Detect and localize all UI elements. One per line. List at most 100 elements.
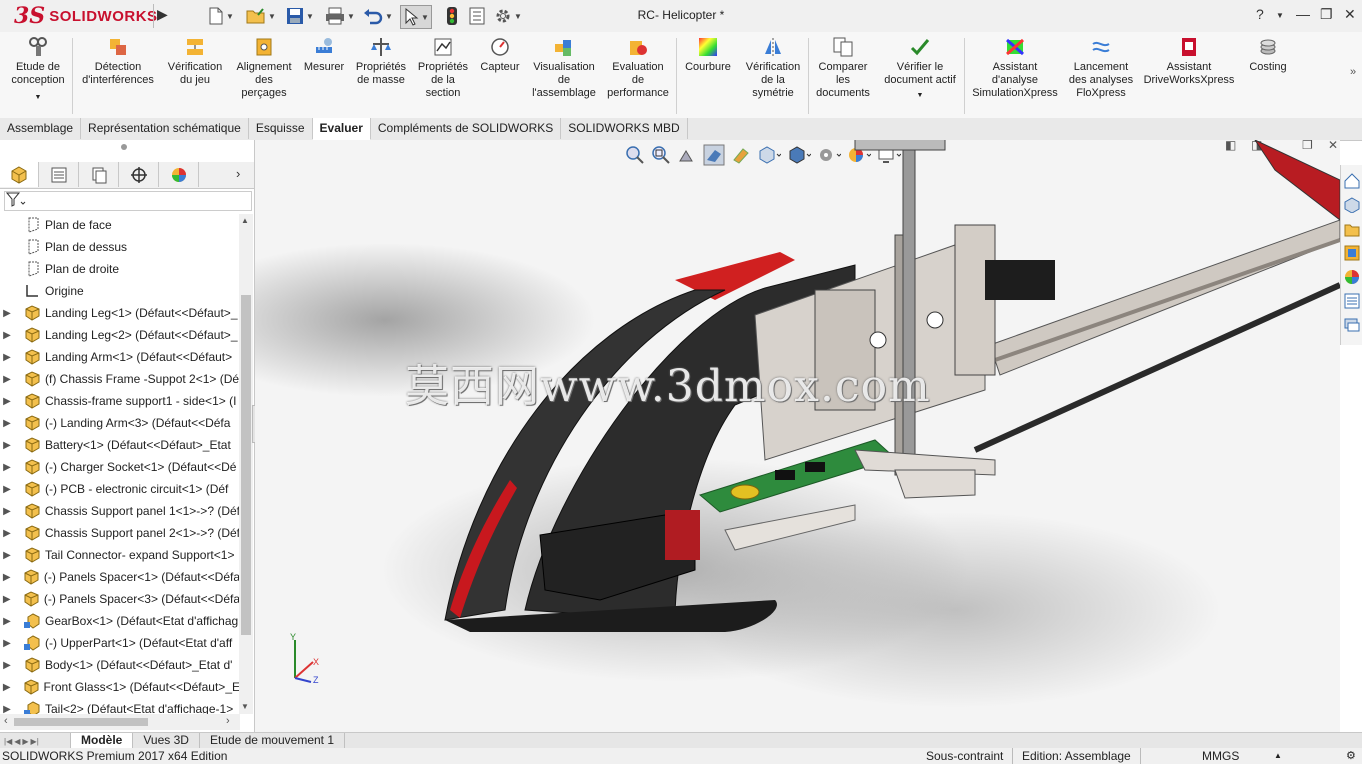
tree-item[interactable]: ▶ Chassis Support panel 2<1>->? (Déf: [0, 522, 240, 544]
expand-arrow-icon[interactable]: ▶: [0, 418, 14, 429]
symmetry-check-button[interactable]: Vérification de la symétrie: [740, 36, 806, 100]
print-button[interactable]: ▼: [325, 5, 355, 27]
expand-arrow-icon[interactable]: ▶: [0, 462, 14, 473]
tab-modele[interactable]: Modèle: [71, 733, 134, 748]
tree-item[interactable]: ▶ Chassis-frame support1 - side<1> (I: [0, 390, 240, 412]
helicopter-model-render[interactable]: [255, 140, 1340, 732]
check-active-document-button[interactable]: Vérifier le document actif ▼: [880, 36, 960, 102]
expand-arrow-icon[interactable]: ▶: [0, 528, 14, 539]
tree-item[interactable]: ▶ (-) Charger Socket<1> (Défaut<<Dé: [0, 456, 240, 478]
save-button[interactable]: ▼: [286, 5, 314, 27]
clearance-verification-button[interactable]: Vérification du jeu: [162, 36, 228, 87]
tree-item[interactable]: ▶ Landing Arm<1> (Défaut<<Défaut>: [0, 346, 240, 368]
help-button[interactable]: ?: [1256, 6, 1264, 22]
tab-vues-3d[interactable]: Vues 3D: [133, 733, 200, 748]
tree-item[interactable]: ▶ (-) Panels Spacer<1> (Défaut<<Défa: [0, 566, 240, 588]
driveworksxpress-button[interactable]: Assistant DriveWorksXpress: [1140, 36, 1238, 87]
minimize-icon[interactable]: —: [1296, 6, 1310, 22]
tab-scroll-arrows[interactable]: |◀ ◀ ▶ ▶|: [0, 733, 71, 749]
home-icon[interactable]: [1344, 173, 1360, 189]
tree-item[interactable]: ▶ Tail<2> (Défaut<Etat d'affichage-1>: [0, 698, 240, 714]
appearances-icon[interactable]: [1344, 269, 1360, 285]
expand-arrow-icon[interactable]: ▶: [0, 550, 14, 561]
tree-item[interactable]: ▶ Battery<1> (Défaut<<Défaut>_Etat: [0, 434, 240, 456]
tab-featuremanager[interactable]: [0, 162, 39, 187]
next-tab-icon[interactable]: ▶: [22, 737, 28, 746]
tab-propertymanager[interactable]: [40, 162, 79, 187]
interference-detection-button[interactable]: Détection d'interférences: [78, 36, 158, 87]
hole-alignment-button[interactable]: Alignement des perçages: [232, 36, 296, 100]
unit-system-dropdown-icon[interactable]: ▲: [1274, 748, 1282, 764]
tab-mbd[interactable]: SOLIDWORKS MBD: [561, 118, 688, 139]
tree-item[interactable]: ▶ (f) Chassis Frame -Suppot 2<1> (Dé: [0, 368, 240, 390]
unit-system[interactable]: MMGS: [1202, 748, 1239, 764]
tree-item[interactable]: ▶ Chassis Support panel 1<1>->? (Déf: [0, 500, 240, 522]
tree-item[interactable]: Plan de face: [0, 214, 240, 236]
tree-item[interactable]: ▶ (-) UpperPart<1> (Défaut<Etat d'aff: [0, 632, 240, 654]
expand-arrow-icon[interactable]: ▶: [0, 616, 14, 627]
tab-assemblage[interactable]: Assemblage: [0, 118, 82, 139]
section-properties-button[interactable]: Propriétés de la section: [414, 36, 472, 100]
ribbon-overflow-icon[interactable]: »: [1350, 66, 1356, 78]
compare-documents-button[interactable]: Comparer les documents: [812, 36, 874, 100]
scroll-right-icon[interactable]: ›: [226, 715, 230, 727]
simulationxpress-button[interactable]: Assistant d'analyse SimulationXpress: [968, 36, 1062, 100]
view-palette-icon[interactable]: [1344, 245, 1360, 261]
expand-arrow-icon[interactable]: ▶: [0, 308, 14, 319]
file-explorer-icon[interactable]: [1344, 221, 1360, 237]
expand-arrow-icon[interactable]: ▶: [0, 330, 14, 341]
scroll-down-icon[interactable]: ▼: [241, 702, 249, 711]
expand-arrow-icon[interactable]: ▶: [0, 374, 14, 385]
menu-expand-icon[interactable]: ▶: [157, 6, 173, 26]
tree-item[interactable]: Origine: [0, 280, 240, 302]
first-tab-icon[interactable]: |◀: [4, 737, 12, 746]
tab-complements[interactable]: Compléments de SOLIDWORKS: [371, 118, 562, 139]
tab-dimxpert[interactable]: [120, 162, 159, 187]
custom-properties-icon[interactable]: [1344, 293, 1360, 309]
tab-representation-schematique[interactable]: Représentation schématique: [81, 118, 249, 139]
expand-arrow-icon[interactable]: ▶: [0, 682, 13, 693]
sensor-button[interactable]: Capteur: [476, 36, 524, 74]
filter-icon[interactable]: [5, 192, 26, 211]
help-dropdown-icon[interactable]: ▼: [1276, 11, 1284, 20]
assembly-visualization-button[interactable]: Visualisation de l'assemblage: [528, 36, 600, 100]
expand-arrow-icon[interactable]: ▶: [0, 506, 14, 517]
close-icon[interactable]: ✕: [1344, 6, 1356, 23]
new-document-button[interactable]: ▼: [208, 5, 234, 27]
tab-configurationmanager[interactable]: [80, 162, 119, 187]
tree-item[interactable]: ▶ Front Glass<1> (Défaut<<Défaut>_E: [0, 676, 240, 698]
design-library-icon[interactable]: [1344, 197, 1360, 213]
expand-arrow-icon[interactable]: ▶: [0, 440, 14, 451]
tree-horizontal-scrollbar[interactable]: ‹ ›: [0, 714, 240, 730]
graphics-viewport[interactable]: ◧ ◨ ❐ ✕ 莫西网www.3dmox.com Y X Z: [255, 140, 1340, 732]
panel-tabs-next-icon[interactable]: ›: [236, 166, 240, 181]
expand-arrow-icon[interactable]: ▶: [0, 638, 14, 649]
open-button[interactable]: ▼: [246, 5, 276, 27]
tab-displaymanager[interactable]: [160, 162, 199, 187]
design-study-button[interactable]: Etude de conception ▼: [6, 36, 70, 104]
solidworks-logo[interactable]: 3S SOLIDWORKS: [14, 3, 158, 29]
tab-evaluer[interactable]: Evaluer: [312, 118, 371, 140]
restore-icon[interactable]: ❐: [1320, 6, 1333, 23]
costing-button[interactable]: Costing: [1240, 36, 1296, 74]
rebuild-button[interactable]: [445, 5, 459, 27]
undo-button[interactable]: ▼: [363, 5, 393, 27]
expand-arrow-icon[interactable]: ▶: [0, 594, 14, 605]
measure-button[interactable]: Mesurer: [300, 36, 348, 74]
tree-item[interactable]: Plan de dessus: [0, 236, 240, 258]
last-tab-icon[interactable]: ▶|: [31, 737, 39, 746]
forum-icon[interactable]: [1344, 317, 1360, 333]
file-properties-button[interactable]: [468, 5, 486, 27]
panel-grip-icon[interactable]: [121, 144, 127, 150]
tab-esquisse[interactable]: Esquisse: [249, 118, 313, 139]
chevron-down-icon[interactable]: ▼: [917, 89, 924, 102]
performance-evaluation-button[interactable]: Evaluation de performance: [604, 36, 672, 100]
tree-scrollbar-thumb[interactable]: [241, 295, 251, 635]
tree-item[interactable]: ▶ Landing Leg<2> (Défaut<<Défaut>_: [0, 324, 240, 346]
filter-input[interactable]: [4, 191, 252, 211]
expand-arrow-icon[interactable]: ▶: [0, 660, 14, 671]
horizontal-scroll-thumb[interactable]: [14, 718, 148, 726]
curvature-button[interactable]: Courbure: [680, 36, 736, 74]
tree-item[interactable]: ▶ GearBox<1> (Défaut<Etat d'affichag: [0, 610, 240, 632]
tree-item[interactable]: ▶ (-) Landing Arm<3> (Défaut<<Défa: [0, 412, 240, 434]
